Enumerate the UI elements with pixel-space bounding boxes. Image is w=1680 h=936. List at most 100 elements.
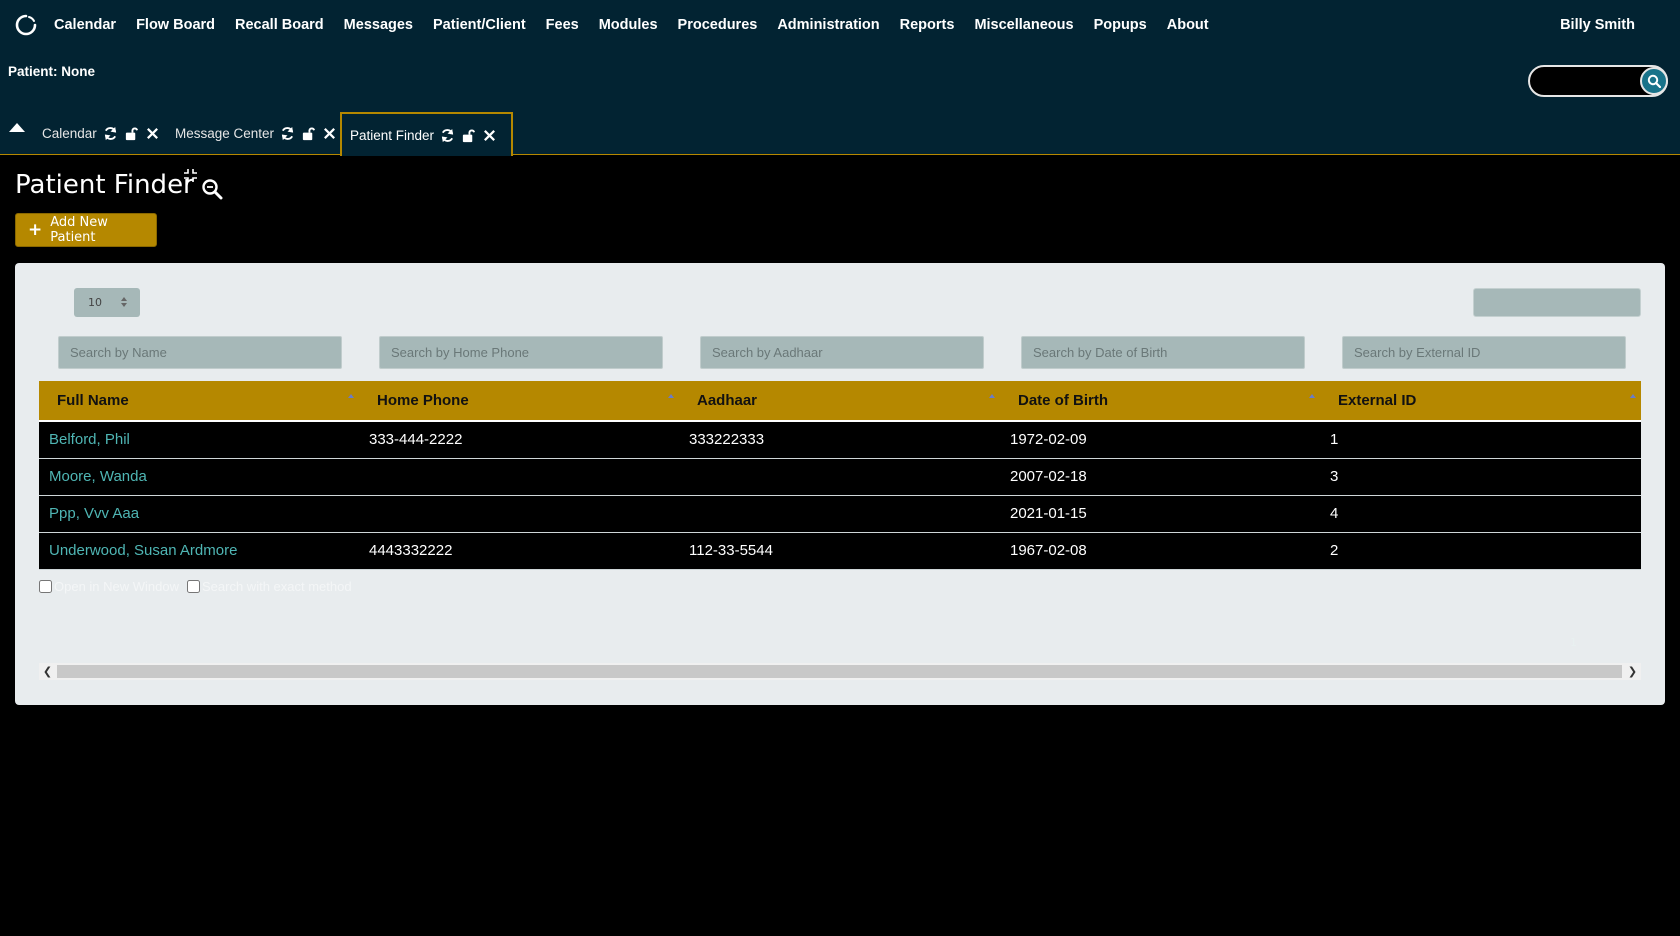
refresh-icon[interactable]: [280, 126, 295, 141]
scroll-right-arrow-icon[interactable]: ❯: [1624, 663, 1641, 680]
column-header-date-of-birth[interactable]: Date of Birth: [1000, 381, 1320, 422]
patient-table: Full Name Home Phone Aadhaar Date of Bir…: [39, 381, 1641, 570]
select-arrows-icon: [121, 297, 127, 307]
dob-cell: 2007-02-18: [1000, 458, 1320, 496]
table-search-input[interactable]: [1473, 288, 1641, 317]
aadhaar-cell: 112-33-5544: [679, 532, 1000, 570]
current-patient-label: Patient: None: [8, 64, 96, 79]
menu-calendar[interactable]: Calendar: [54, 17, 116, 33]
sort-icon: [668, 394, 674, 398]
add-new-patient-button[interactable]: + Add New Patient: [15, 213, 157, 247]
filter-name-input[interactable]: [58, 336, 342, 369]
add-new-patient-label: Add New Patient: [50, 215, 108, 245]
patient-search-button[interactable]: [1640, 67, 1668, 95]
tab-calendar[interactable]: Calendar: [34, 112, 174, 155]
menu-modules[interactable]: Modules: [599, 17, 658, 33]
table-row[interactable]: Belford, Phil 333-444-2222 333222333 197…: [39, 421, 1641, 459]
sort-icon: [989, 394, 995, 398]
global-patient-search: [1528, 65, 1668, 97]
app-logo-icon[interactable]: [15, 14, 37, 36]
open-new-window-checkbox[interactable]: [39, 580, 52, 593]
home-phone-cell: 4443332222: [359, 532, 679, 570]
refresh-icon[interactable]: [103, 126, 118, 141]
scroll-left-arrow-icon[interactable]: ❮: [39, 663, 56, 680]
table-options: Open in New Window Search with exact met…: [39, 579, 360, 594]
tab-label: Calendar: [42, 126, 97, 141]
patient-finder-panel: 10 Full Name Home Phone Aadhaar Date of …: [15, 263, 1665, 705]
unlock-icon[interactable]: [124, 126, 139, 141]
filter-dob-input[interactable]: [1021, 336, 1305, 369]
menu-popups[interactable]: Popups: [1094, 17, 1147, 33]
column-header-home-phone[interactable]: Home Phone: [359, 381, 679, 422]
close-icon[interactable]: [482, 128, 497, 143]
horizontal-scrollbar[interactable]: ❮ ❯: [39, 663, 1641, 680]
home-phone-cell: [359, 495, 679, 533]
open-new-window-label[interactable]: Open in New Window: [54, 579, 179, 594]
user-menu[interactable]: Billy Smith: [1560, 17, 1635, 33]
table-row[interactable]: Moore, Wanda 2007-02-18 3: [39, 458, 1641, 496]
page-length-select[interactable]: 10: [74, 288, 140, 317]
search-icon[interactable]: [201, 178, 223, 200]
column-header-aadhaar[interactable]: Aadhaar: [679, 381, 1000, 422]
filter-external-id-input[interactable]: [1342, 336, 1626, 369]
aadhaar-cell: [679, 458, 1000, 496]
top-navbar: Calendar Flow Board Recall Board Message…: [0, 0, 1680, 52]
aadhaar-cell: [679, 495, 1000, 533]
menu-about[interactable]: About: [1167, 17, 1209, 33]
menu-fees[interactable]: Fees: [546, 17, 579, 33]
menu-flow-board[interactable]: Flow Board: [136, 17, 215, 33]
filter-aadhaar-input[interactable]: [700, 336, 984, 369]
aadhaar-cell: 333222333: [679, 421, 1000, 459]
sort-icon: [348, 394, 354, 398]
app-header: Calendar Flow Board Recall Board Message…: [0, 0, 1680, 156]
main-menu: Calendar Flow Board Recall Board Message…: [54, 17, 1229, 33]
patient-name-link[interactable]: Moore, Wanda: [39, 458, 359, 496]
tab-patient-finder[interactable]: Patient Finder: [340, 112, 514, 156]
patient-name-link[interactable]: Belford, Phil: [39, 421, 359, 459]
table-row[interactable]: Ppp, Vvv Aaa 2021-01-15 4: [39, 495, 1641, 533]
menu-recall-board[interactable]: Recall Board: [235, 17, 324, 33]
menu-administration[interactable]: Administration: [777, 17, 879, 33]
sort-icon: [1309, 394, 1315, 398]
dob-cell: 2021-01-15: [1000, 495, 1320, 533]
menu-procedures[interactable]: Procedures: [678, 17, 758, 33]
filter-home-phone-input[interactable]: [379, 336, 663, 369]
close-icon[interactable]: [145, 126, 160, 141]
patient-name-link[interactable]: Ppp, Vvv Aaa: [39, 495, 359, 533]
page-length-value: 10: [88, 296, 102, 309]
column-header-external-id[interactable]: External ID: [1320, 381, 1641, 422]
external-id-cell: 1: [1320, 421, 1641, 459]
search-icon: [1647, 74, 1661, 88]
table-header-row: Full Name Home Phone Aadhaar Date of Bir…: [39, 381, 1641, 422]
menu-reports[interactable]: Reports: [900, 17, 955, 33]
tab-label: Patient Finder: [350, 127, 435, 143]
exact-search-label[interactable]: Search with exact method: [202, 579, 352, 594]
dob-cell: 1967-02-08: [1000, 532, 1320, 570]
home-phone-cell: [359, 458, 679, 496]
tab-message-center[interactable]: Message Center: [167, 112, 351, 155]
dob-cell: 1972-02-09: [1000, 421, 1320, 459]
page-title: Patient Finder: [15, 170, 194, 200]
collapse-header-icon[interactable]: [8, 122, 26, 134]
menu-patient-client[interactable]: Patient/Client: [433, 17, 526, 33]
external-id-cell: 4: [1320, 495, 1641, 533]
pagination-page-1[interactable]: 1: [1570, 636, 1577, 649]
menu-messages[interactable]: Messages: [344, 17, 413, 33]
unlock-icon[interactable]: [301, 126, 316, 141]
scrollbar-thumb[interactable]: [57, 665, 1622, 678]
menu-miscellaneous[interactable]: Miscellaneous: [974, 17, 1073, 33]
refresh-icon[interactable]: [440, 128, 455, 143]
external-id-cell: 3: [1320, 458, 1641, 496]
plus-icon: +: [28, 219, 43, 240]
close-icon[interactable]: [322, 126, 337, 141]
unlock-icon[interactable]: [461, 128, 476, 143]
patient-name-link[interactable]: Underwood, Susan Ardmore: [39, 532, 359, 570]
column-header-full-name[interactable]: Full Name: [39, 381, 359, 422]
tab-label: Message Center: [175, 126, 275, 141]
external-id-cell: 2: [1320, 532, 1641, 570]
tab-bar: Calendar Message Center Patient Finder: [0, 112, 1680, 156]
exact-search-checkbox[interactable]: [187, 580, 200, 593]
table-row[interactable]: Underwood, Susan Ardmore 4443332222 112-…: [39, 532, 1641, 570]
expand-icon[interactable]: [183, 168, 198, 183]
sort-icon: [1630, 394, 1636, 398]
